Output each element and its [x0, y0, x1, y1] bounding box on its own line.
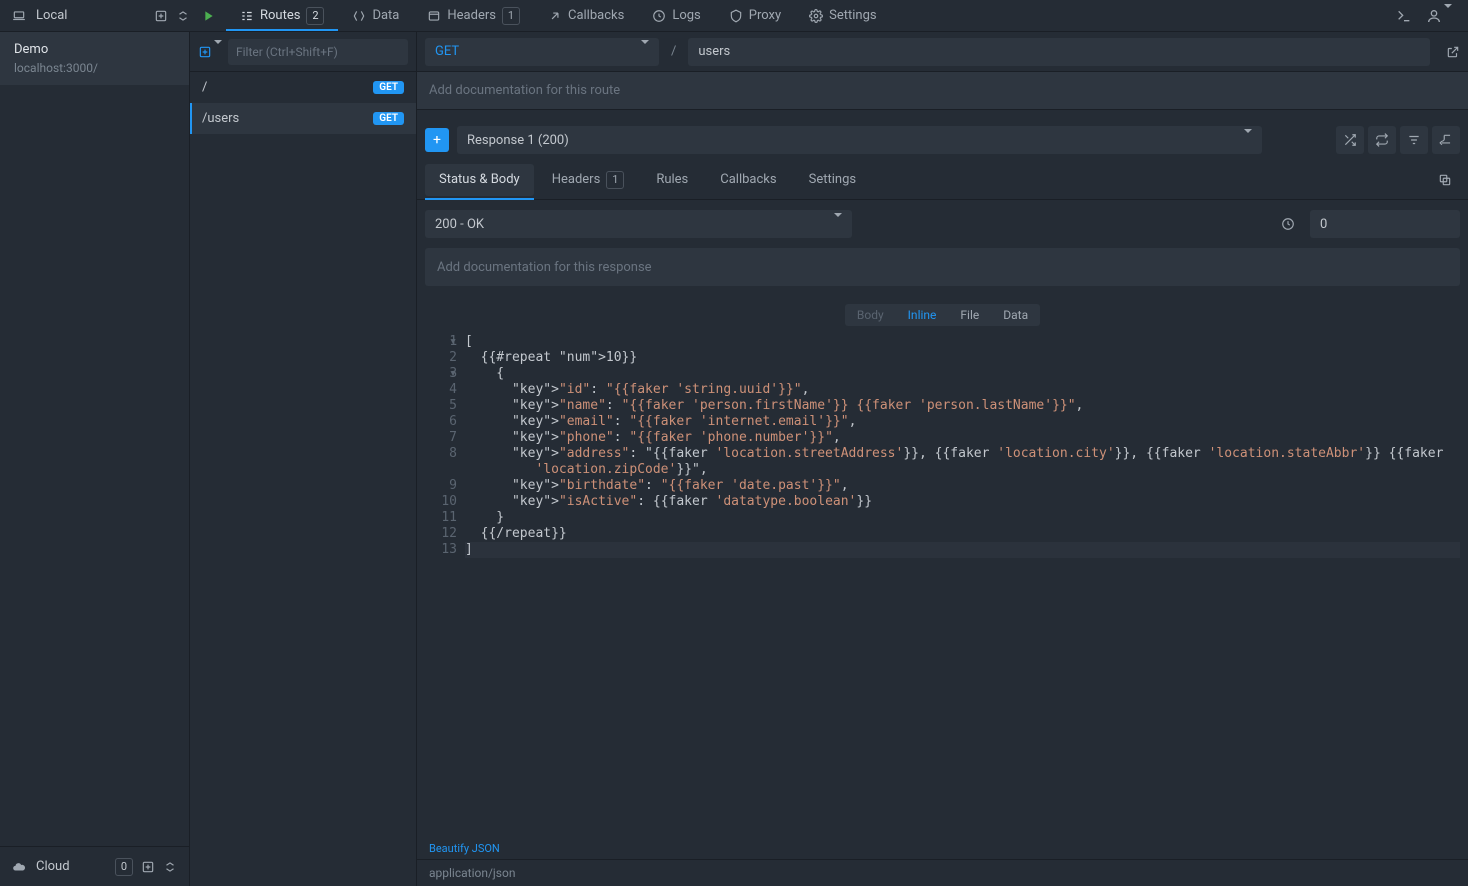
- method-value: GET: [435, 44, 459, 59]
- body-tab-body[interactable]: Body: [845, 304, 896, 326]
- body-tab-data[interactable]: Data: [991, 304, 1040, 326]
- add-route-button[interactable]: [198, 44, 222, 59]
- start-server-button[interactable]: [190, 0, 226, 31]
- nav-proxy-label: Proxy: [749, 8, 781, 23]
- nav-routes[interactable]: Routes 2: [226, 0, 338, 31]
- laptop-icon: [12, 9, 26, 23]
- tab-headers[interactable]: Headers 1: [538, 164, 639, 196]
- route-detail-panel: GET / + Response 1 (200): [417, 32, 1468, 886]
- clock-icon: [1274, 217, 1302, 231]
- cloud-label: Cloud: [36, 859, 70, 874]
- nav-headers[interactable]: Headers 1: [413, 0, 534, 31]
- nav-data[interactable]: Data: [338, 0, 413, 31]
- chevron-down-icon: [1244, 133, 1252, 148]
- add-cloud-icon[interactable]: [141, 860, 155, 874]
- route-doc-input[interactable]: [417, 72, 1468, 110]
- tab-headers-count: 1: [606, 171, 624, 189]
- tab-label: Rules: [656, 172, 688, 187]
- headers-count-badge: 1: [502, 7, 520, 25]
- status-code-select[interactable]: 200 - OK: [425, 210, 852, 238]
- topbar: Local Routes 2 Data Headers 1: [0, 0, 1468, 32]
- body-tab-inline[interactable]: Inline: [896, 304, 949, 326]
- cloud-icon: [12, 860, 26, 874]
- nav-routes-label: Routes: [260, 8, 300, 23]
- add-response-button[interactable]: +: [425, 128, 449, 152]
- route-path: /users: [202, 111, 239, 126]
- routes-panel: / GET /users GET: [190, 32, 417, 886]
- tab-rules[interactable]: Rules: [642, 164, 702, 196]
- route-method-badge: GET: [373, 112, 404, 125]
- copy-response-icon[interactable]: [1430, 173, 1460, 187]
- nav-callbacks[interactable]: Callbacks: [534, 0, 638, 31]
- environment-name: Demo: [14, 42, 175, 57]
- body-editor[interactable]: 1▾23▾45678910111213 [ {{#repeat "num">10…: [425, 334, 1460, 838]
- fallback-icon[interactable]: [1432, 126, 1460, 154]
- environments-panel: Demo localhost:3000/ Cloud 0: [0, 32, 190, 886]
- repeat-icon[interactable]: [1368, 126, 1396, 154]
- tab-label: Status & Body: [439, 172, 520, 187]
- nav-headers-label: Headers: [447, 8, 496, 23]
- nav-logs[interactable]: Logs: [638, 0, 714, 31]
- terminal-icon[interactable]: [1396, 8, 1412, 24]
- route-path-input[interactable]: [688, 38, 1430, 66]
- path-slash: /: [667, 44, 680, 59]
- filter-rules-icon[interactable]: [1400, 126, 1428, 154]
- collapse-icon[interactable]: [176, 9, 190, 23]
- beautify-json-link[interactable]: Beautify JSON: [429, 842, 500, 855]
- routes-filter-input[interactable]: [228, 39, 408, 65]
- response-select[interactable]: Response 1 (200): [457, 126, 1262, 154]
- add-env-icon[interactable]: [154, 9, 168, 23]
- tab-label: Callbacks: [720, 172, 776, 187]
- nav-settings[interactable]: Settings: [795, 0, 890, 31]
- nav-proxy[interactable]: Proxy: [715, 0, 795, 31]
- open-external-icon[interactable]: [1446, 45, 1460, 59]
- response-doc-input[interactable]: [425, 248, 1460, 286]
- latency-input[interactable]: [1310, 210, 1460, 238]
- tab-status-body[interactable]: Status & Body: [425, 164, 534, 196]
- shuffle-icon[interactable]: [1336, 126, 1364, 154]
- tab-callbacks[interactable]: Callbacks: [706, 164, 790, 196]
- content-type-label: application/json: [417, 859, 1468, 886]
- tab-settings[interactable]: Settings: [795, 164, 870, 196]
- environment-item[interactable]: Demo localhost:3000/: [0, 32, 189, 85]
- body-tab-file[interactable]: File: [948, 304, 991, 326]
- local-label: Local: [36, 8, 67, 23]
- cloud-count-badge: 0: [115, 858, 133, 876]
- nav-logs-label: Logs: [672, 8, 700, 23]
- route-item[interactable]: /users GET: [190, 103, 416, 134]
- nav-data-label: Data: [372, 8, 399, 23]
- user-menu[interactable]: [1426, 8, 1452, 24]
- nav-settings-label: Settings: [829, 8, 876, 23]
- method-select[interactable]: GET: [425, 38, 659, 66]
- route-item[interactable]: / GET: [190, 72, 416, 103]
- route-path: /: [202, 80, 207, 95]
- body-type-tabs: Body Inline File Data: [845, 304, 1040, 326]
- response-label: Response 1 (200): [467, 133, 569, 148]
- tab-label: Settings: [809, 172, 856, 187]
- chevron-down-icon: [641, 44, 649, 59]
- route-method-badge: GET: [373, 81, 404, 94]
- status-value: 200 - OK: [435, 217, 484, 232]
- chevron-down-icon: [834, 217, 842, 232]
- cloud-collapse-icon[interactable]: [163, 860, 177, 874]
- routes-count-badge: 2: [306, 7, 324, 25]
- tab-label: Headers: [552, 172, 601, 187]
- environment-host: localhost:3000/: [14, 61, 175, 75]
- nav-callbacks-label: Callbacks: [568, 8, 624, 23]
